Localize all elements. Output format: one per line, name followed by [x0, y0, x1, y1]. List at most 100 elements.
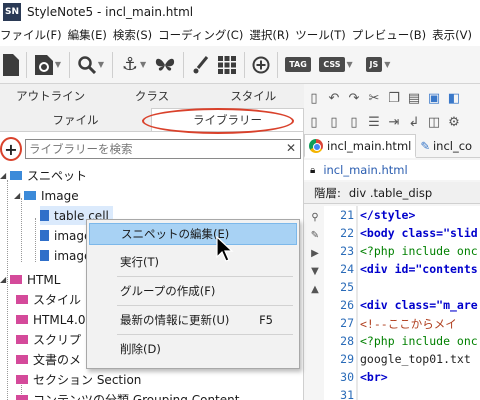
- css-badge: CSS: [319, 57, 345, 72]
- menu-item-refresh[interactable]: 最新の情報に更新(U) F5: [89, 309, 297, 331]
- document-icon[interactable]: ▯: [305, 89, 323, 107]
- editor-pane: ▯ ↶ ↷ ✂ ❐ ▤ ▣ ◧ ▯ ▯ ▯ ☰ ⇥ ↲ ◫ ⚙ incl_mai…: [304, 84, 480, 400]
- folder-icon: [10, 171, 22, 180]
- grid-button[interactable]: [214, 49, 240, 81]
- folder-icon: [16, 355, 28, 364]
- up-icon[interactable]: ▲: [310, 284, 320, 295]
- pin-icon[interactable]: ⚲: [310, 212, 320, 223]
- play-icon[interactable]: ▶: [310, 248, 320, 259]
- document-tabs: incl_main.html ✎ incl_co: [304, 134, 480, 158]
- menu-tools[interactable]: ツール(T): [295, 27, 352, 43]
- line-number: 26: [340, 298, 354, 312]
- menu-edit[interactable]: 編集(E): [68, 27, 113, 43]
- annotation-circle: [0, 137, 22, 161]
- library-search-row: + ✕: [0, 136, 304, 162]
- tree-folder-docmeta[interactable]: 文書のメ: [16, 350, 81, 369]
- tree-label: スクリプ: [33, 333, 82, 347]
- tree-folder-section[interactable]: セクション Section: [16, 370, 141, 389]
- file-path-row: 🔒︎ incl_main.html: [304, 160, 480, 180]
- menu-item-label: スニペットの編集(E): [121, 227, 230, 241]
- lock-icon: 🔒︎: [310, 164, 316, 176]
- menu-separator: [117, 305, 293, 306]
- wrap-icon[interactable]: ↲: [405, 113, 423, 131]
- undo-icon[interactable]: ↶: [325, 89, 343, 107]
- css-button[interactable]: CSS ▼: [314, 49, 358, 81]
- pen-icon[interactable]: ✎: [310, 230, 320, 241]
- code-line: <br>: [360, 370, 388, 384]
- tree-folder-script[interactable]: スクリプ: [16, 330, 81, 349]
- tree-folder-html40[interactable]: HTML4.0: [16, 310, 85, 329]
- add-snippet-button[interactable]: +: [0, 137, 22, 161]
- paste-icon[interactable]: ▤: [405, 89, 423, 107]
- anchor-button[interactable]: ⚓ ▼: [117, 49, 151, 81]
- split-view-icon[interactable]: ▣: [425, 89, 443, 107]
- tab-class[interactable]: クラス: [101, 84, 202, 108]
- tab-label: incl_main.html: [327, 138, 412, 153]
- tree-folder-grouping[interactable]: コンテンツの分類 Grouping Content: [16, 390, 239, 400]
- list-icon[interactable]: ☰: [365, 113, 383, 131]
- file-icon[interactable]: ▯: [305, 113, 323, 131]
- menu-item-run[interactable]: 実行(T): [89, 251, 297, 273]
- cut-icon[interactable]: ✂: [365, 89, 383, 107]
- code-line: <?php include onc: [360, 244, 478, 258]
- menu-file[interactable]: ファイル(F): [0, 27, 68, 43]
- tab-incl-co[interactable]: ✎ incl_co: [416, 134, 476, 158]
- add-circle-button[interactable]: [249, 49, 273, 81]
- new-document-button[interactable]: [0, 49, 22, 81]
- menu-item-edit-snippet[interactable]: スニペットの編集(E): [89, 223, 297, 245]
- tab-outline[interactable]: アウトライン: [0, 84, 101, 108]
- tree-folder-html[interactable]: ◢ HTML: [0, 270, 60, 289]
- toolbar-separator: [112, 51, 113, 78]
- fold-margin: [356, 206, 358, 400]
- line-number: 28: [340, 334, 354, 348]
- menu-view[interactable]: 表示(V): [432, 27, 478, 43]
- file-code-icon[interactable]: ▯: [325, 113, 343, 131]
- tree-folder-image[interactable]: ◢ Image: [14, 186, 79, 205]
- folder-icon: [16, 335, 28, 344]
- view-icon[interactable]: ◫: [425, 113, 443, 131]
- close-icon[interactable]: ✕: [286, 141, 296, 155]
- tree-folder-snippets[interactable]: ◢ スニペット: [0, 166, 87, 185]
- js-button[interactable]: JS ▼: [358, 49, 398, 81]
- menu-preview[interactable]: プレビュー(B): [352, 27, 432, 43]
- indent-icon[interactable]: ⇥: [385, 113, 403, 131]
- tab-library[interactable]: ライブラリー: [151, 108, 304, 131]
- chevron-down-icon: ◢: [0, 275, 7, 284]
- code-line: <?php include onc: [360, 334, 478, 348]
- open-button[interactable]: ▼: [31, 49, 65, 81]
- tree-item-image[interactable]: image: [40, 246, 91, 265]
- layout-icon[interactable]: ◧: [445, 89, 463, 107]
- menu-coding[interactable]: コーディング(C): [158, 27, 249, 43]
- settings-icon[interactable]: ⚙: [445, 113, 463, 131]
- library-search-input[interactable]: [29, 142, 269, 156]
- tag-button[interactable]: TAG: [282, 49, 314, 81]
- copy-icon[interactable]: ❐: [385, 89, 403, 107]
- tree-folder-style[interactable]: スタイル: [16, 290, 81, 309]
- snippet-file-icon: [40, 250, 49, 261]
- menu-search[interactable]: 検索(S): [113, 27, 158, 43]
- brush-button[interactable]: [188, 49, 214, 81]
- tree-item-image[interactable]: image: [40, 226, 91, 245]
- file-path-link[interactable]: incl_main.html: [323, 163, 407, 177]
- tree-guide: [21, 198, 22, 262]
- tab-incl-main[interactable]: incl_main.html: [304, 134, 417, 158]
- tab-file[interactable]: ファイル: [0, 108, 151, 131]
- code-editor[interactable]: 21 </style> 22 <body class="slid 23 <?ph…: [324, 206, 480, 400]
- grid-icon: [218, 55, 236, 74]
- tab-style[interactable]: スタイル: [203, 84, 304, 108]
- toolbar-separator: [277, 51, 278, 78]
- breadcrumb-value[interactable]: div .table_disp: [349, 186, 432, 200]
- down-icon[interactable]: ▼: [310, 266, 320, 277]
- tree-guide: [7, 180, 8, 400]
- menu-item-delete[interactable]: 削除(D): [89, 338, 297, 360]
- line-number: 21: [340, 208, 354, 222]
- butterfly-button[interactable]: [151, 49, 179, 81]
- chevron-down-icon: ▼: [54, 60, 62, 69]
- search-button[interactable]: ▼: [74, 49, 108, 81]
- menu-item-create-group[interactable]: グループの作成(F): [89, 280, 297, 302]
- file-css-icon[interactable]: ▯: [345, 113, 363, 131]
- line-number: 31: [340, 388, 354, 400]
- folder-icon: [24, 191, 36, 200]
- redo-icon[interactable]: ↷: [345, 89, 363, 107]
- menu-select[interactable]: 選択(R): [249, 27, 295, 43]
